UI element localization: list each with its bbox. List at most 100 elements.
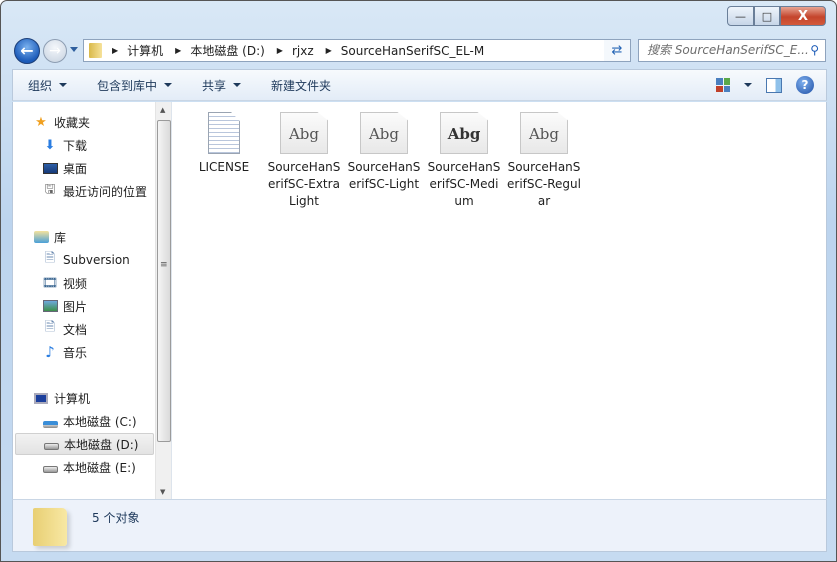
file-item[interactable]: Abg SourceHanSerifSC-ExtraLight xyxy=(267,112,341,210)
font-file-icon: Abg xyxy=(520,112,568,154)
item-count: 5 个对象 xyxy=(92,511,140,525)
refresh-button[interactable]: ⇄ xyxy=(604,39,631,62)
navigation-pane: ★ 收藏夹 ⬇ 下载 桌面 🖫 最近访问的位置 库 🗎 Subversion 🎞 视频 图… xyxy=(13,102,155,499)
nav-label: 文档 xyxy=(63,322,88,337)
music-note-icon: ♪ xyxy=(45,343,55,361)
minimize-button[interactable]: — xyxy=(727,6,754,26)
search-placeholder: 搜索 SourceHanSerifSC_E... xyxy=(647,43,809,57)
recent-pages-dropdown[interactable] xyxy=(70,47,78,52)
library-icon xyxy=(33,229,49,245)
folder-icon xyxy=(33,508,67,546)
command-bar: 组织 包含到库中 共享 新建文件夹 ? xyxy=(12,69,827,101)
file-name: LICENSE xyxy=(198,160,250,174)
chevron-down-icon xyxy=(233,83,242,87)
file-name: SourceHanSerifSC-Medium xyxy=(427,160,501,208)
breadcrumb-separator-icon[interactable]: ▶ xyxy=(112,46,118,55)
new-folder-button[interactable]: 新建文件夹 xyxy=(256,77,346,94)
nav-item-drive-d[interactable]: 本地磁盘 (D:) xyxy=(15,433,154,455)
explorer-window: — □ X ← → ▶ 计算机 ▶ 本地磁盘 (D:) ▶ rjxz ▶ Sou… xyxy=(0,0,837,562)
nav-label: 计算机 xyxy=(54,391,91,406)
new-folder-label: 新建文件夹 xyxy=(271,78,332,93)
video-icon: 🎞 xyxy=(41,275,59,291)
drive-icon xyxy=(43,436,59,452)
breadcrumb-separator-icon[interactable]: ▶ xyxy=(277,46,283,55)
breadcrumb-current-folder[interactable]: SourceHanSerifSC_EL-M xyxy=(341,44,484,58)
folder-icon xyxy=(89,43,102,58)
preview-pane-icon[interactable] xyxy=(766,77,782,93)
pane-divider[interactable] xyxy=(171,102,172,499)
scrollbar-thumb[interactable] xyxy=(157,120,171,442)
nav-item-drive-c[interactable]: 本地磁盘 (C:) xyxy=(13,410,153,432)
nav-item-music[interactable]: ♪ 音乐 xyxy=(13,341,153,363)
file-item[interactable]: Abg SourceHanSerifSC-Light xyxy=(347,112,421,193)
navigation-scrollbar[interactable]: ▲ ≡ ▼ xyxy=(155,102,171,499)
nav-label: 收藏夹 xyxy=(54,115,91,130)
close-button[interactable]: X xyxy=(780,6,826,26)
search-input[interactable]: 搜索 SourceHanSerifSC_E... ⚲ xyxy=(638,39,826,62)
details-pane: 5 个对象 xyxy=(12,499,827,552)
file-name: SourceHanSerifSC-Light xyxy=(347,160,421,191)
include-in-library-menu[interactable]: 包含到库中 xyxy=(82,77,187,94)
breadcrumb-rjxz[interactable]: rjxz xyxy=(292,44,314,58)
nav-item-downloads[interactable]: ⬇ 下载 xyxy=(13,134,153,156)
recent-places-icon: 🖫 xyxy=(44,182,56,197)
computer-icon xyxy=(33,390,49,406)
file-item[interactable]: Abg SourceHanSerifSC-Regular xyxy=(507,112,581,210)
view-options-dropdown[interactable] xyxy=(744,83,752,87)
organize-label: 组织 xyxy=(28,78,53,93)
help-icon[interactable]: ? xyxy=(796,76,814,94)
nav-label: 视频 xyxy=(63,276,88,291)
nav-item-videos[interactable]: 🎞 视频 xyxy=(13,272,153,294)
search-icon[interactable]: ⚲ xyxy=(810,40,819,61)
nav-item-documents[interactable]: 🗎 文档 xyxy=(13,318,153,340)
document-icon: 🗎 xyxy=(44,320,56,335)
text-file-icon xyxy=(208,112,240,154)
font-file-icon: Abg xyxy=(280,112,328,154)
nav-label: 桌面 xyxy=(63,161,88,176)
download-folder-icon: ⬇ xyxy=(44,137,56,153)
file-item[interactable]: Abg SourceHanSerifSC-Medium xyxy=(427,112,501,210)
breadcrumb-computer[interactable]: 计算机 xyxy=(127,42,163,59)
include-in-library-label: 包含到库中 xyxy=(97,78,158,93)
file-name: SourceHanSerifSC-Regular xyxy=(507,160,581,208)
organize-menu[interactable]: 组织 xyxy=(13,77,82,94)
nav-label: Subversion xyxy=(63,253,130,267)
scroll-down-icon[interactable]: ▼ xyxy=(160,488,165,496)
nav-label: 下载 xyxy=(63,138,88,153)
breadcrumb-separator-icon[interactable]: ▶ xyxy=(175,46,181,55)
document-icon: 🗎 xyxy=(44,251,56,266)
nav-label: 音乐 xyxy=(63,345,88,360)
maximize-button[interactable]: □ xyxy=(754,6,780,26)
refresh-icon: ⇄ xyxy=(611,43,623,58)
nav-item-recent-places[interactable]: 🖫 最近访问的位置 xyxy=(13,180,153,202)
breadcrumb-separator-icon[interactable]: ▶ xyxy=(326,46,332,55)
star-icon: ★ xyxy=(35,114,47,130)
nav-label: 库 xyxy=(54,230,67,245)
nav-item-drive-e[interactable]: 本地磁盘 (E:) xyxy=(13,456,153,478)
share-menu[interactable]: 共享 xyxy=(187,77,256,94)
nav-label: 最近访问的位置 xyxy=(63,184,148,199)
nav-item-pictures[interactable]: 图片 xyxy=(13,295,153,317)
nav-computer[interactable]: 计算机 xyxy=(13,387,153,409)
system-drive-icon xyxy=(42,413,58,429)
caption-buttons: — □ X xyxy=(727,6,826,26)
arrow-right-icon: → xyxy=(49,43,61,59)
nav-item-subversion[interactable]: 🗎 Subversion xyxy=(13,249,153,271)
scroll-up-icon[interactable]: ▲ xyxy=(160,106,165,114)
back-button[interactable]: ← xyxy=(14,38,40,64)
chevron-down-icon xyxy=(164,83,173,87)
chevron-down-icon xyxy=(744,83,752,87)
forward-button[interactable]: → xyxy=(43,39,67,63)
file-item[interactable]: LICENSE xyxy=(187,112,261,176)
arrow-left-icon: ← xyxy=(20,41,34,60)
nav-item-desktop[interactable]: 桌面 xyxy=(13,157,153,179)
picture-icon xyxy=(42,298,58,314)
nav-libraries[interactable]: 库 xyxy=(13,226,153,248)
breadcrumb-drive-d[interactable]: 本地磁盘 (D:) xyxy=(190,42,264,59)
address-bar[interactable]: ▶ 计算机 ▶ 本地磁盘 (D:) ▶ rjxz ▶ SourceHanSeri… xyxy=(83,39,631,62)
nav-favorites[interactable]: ★ 收藏夹 xyxy=(13,111,153,133)
share-label: 共享 xyxy=(202,78,227,93)
change-view-icon[interactable] xyxy=(716,78,730,92)
nav-label: 本地磁盘 (D:) xyxy=(64,437,139,452)
font-file-icon: Abg xyxy=(440,112,488,154)
